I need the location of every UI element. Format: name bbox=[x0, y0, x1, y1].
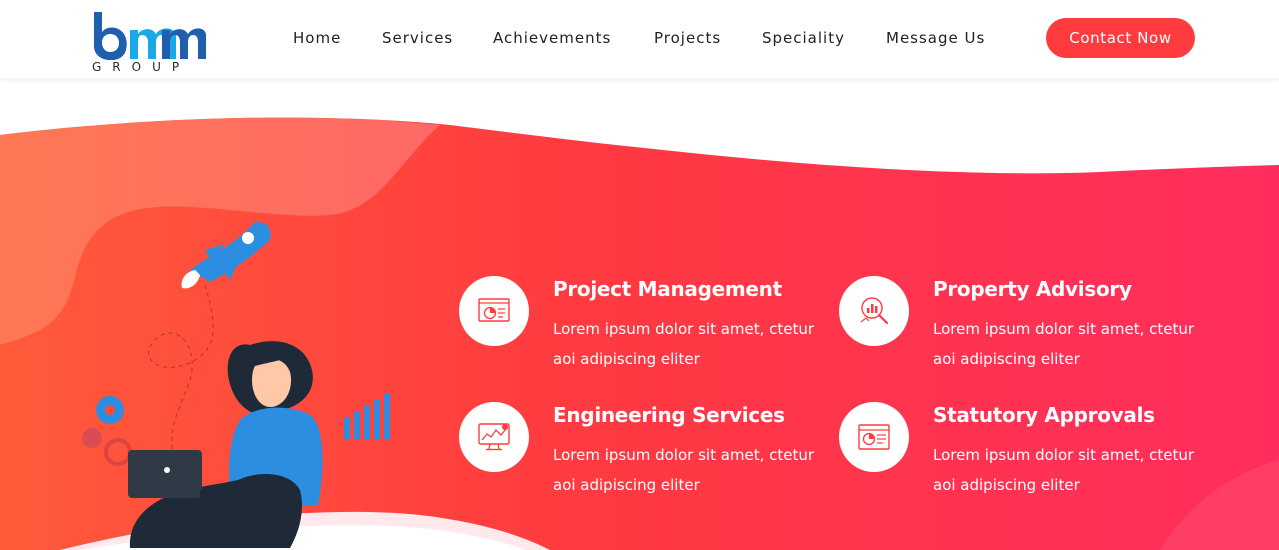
service-icon-circle bbox=[459, 402, 529, 472]
brand-logo[interactable]: GROUP bbox=[92, 12, 208, 74]
document-chart-icon bbox=[858, 424, 890, 450]
nav-item-home[interactable]: Home bbox=[293, 27, 341, 49]
nav-item-achievements[interactable]: Achievements bbox=[493, 27, 611, 49]
service-statutory-approvals: Statutory Approvals Lorem ipsum dolor si… bbox=[839, 402, 1209, 512]
service-description: Lorem ipsum dolor sit amet, ctetur aoi a… bbox=[933, 446, 1195, 494]
monitor-analytics-icon bbox=[478, 423, 510, 451]
hero-illustration bbox=[82, 222, 390, 548]
service-icon-circle bbox=[839, 402, 909, 472]
contact-now-button[interactable]: Contact Now bbox=[1046, 18, 1195, 58]
nav-item-speciality[interactable]: Speciality bbox=[762, 27, 845, 49]
service-title: Property Advisory bbox=[933, 277, 1132, 301]
gear-icon bbox=[82, 396, 132, 466]
service-description: Lorem ipsum dolor sit amet, ctetur aoi a… bbox=[553, 320, 815, 368]
service-icon-circle bbox=[839, 276, 909, 346]
magnifier-chart-icon bbox=[860, 297, 889, 325]
service-title: Statutory Approvals bbox=[933, 403, 1155, 427]
service-title: Engineering Services bbox=[553, 403, 785, 427]
service-description: Lorem ipsum dolor sit amet, ctetur aoi a… bbox=[933, 320, 1195, 368]
presentation-chart-icon bbox=[478, 298, 510, 322]
service-project-management: Project Management Lorem ipsum dolor sit… bbox=[459, 276, 829, 386]
service-description: Lorem ipsum dolor sit amet, ctetur aoi a… bbox=[553, 446, 815, 494]
nav-item-services[interactable]: Services bbox=[382, 27, 453, 49]
site-header: GROUP Home Services Achievements Project… bbox=[0, 0, 1279, 78]
rocket-icon bbox=[181, 222, 271, 289]
service-title: Project Management bbox=[553, 277, 782, 301]
service-icon-circle bbox=[459, 276, 529, 346]
service-property-advisory: Property Advisory Lorem ipsum dolor sit … bbox=[839, 276, 1209, 386]
bar-chart-icon bbox=[344, 394, 390, 440]
service-engineering-services: Engineering Services Lorem ipsum dolor s… bbox=[459, 402, 829, 512]
person-figure bbox=[128, 341, 323, 548]
bmm-logo-icon bbox=[94, 12, 206, 60]
nav-item-message-us[interactable]: Message Us bbox=[886, 27, 985, 49]
nav-item-projects[interactable]: Projects bbox=[654, 27, 721, 49]
logo-subtext: GROUP bbox=[92, 60, 191, 74]
